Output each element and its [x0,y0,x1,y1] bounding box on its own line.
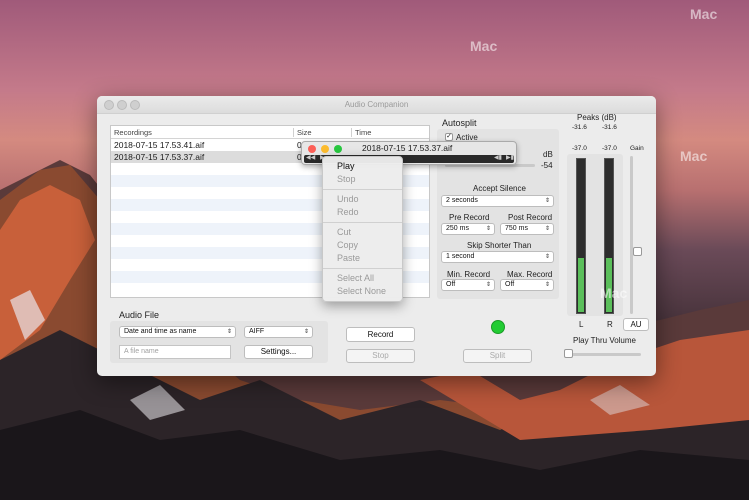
gain-label: Gain [630,145,644,152]
chevron-updown-icon: ⇕ [303,329,309,335]
level-left-value: -37.0 [572,145,587,152]
split-button[interactable]: Split [463,349,532,363]
max-record-select[interactable]: Off ⇕ [500,279,554,291]
record-button[interactable]: Record [346,327,415,342]
minimize-button[interactable] [321,145,329,153]
chevron-updown-icon: ⇕ [485,282,491,288]
min-record-select[interactable]: Off ⇕ [441,279,495,291]
menu-item-paste[interactable]: Paste [323,252,402,265]
menu-item-redo[interactable]: Redo [323,206,402,219]
menu-item-undo[interactable]: Undo [323,193,402,206]
zoom-button[interactable] [130,100,140,110]
post-record-value: 750 ms [505,225,528,232]
watermark-logo: Mac [470,38,498,54]
peak-left-value: -31.6 [572,124,587,131]
close-button[interactable] [308,145,316,153]
menu-separator [323,268,402,269]
close-button[interactable] [104,100,114,110]
max-record-value: Off [505,281,515,288]
pre-record-label: Pre Record [449,213,490,222]
menu-item-copy[interactable]: Copy [323,239,402,252]
menu-item-select-none[interactable]: Select None [323,285,402,298]
left-level-fill [578,258,584,312]
audio-file-title: Audio File [119,310,160,320]
post-record-label: Post Record [508,213,553,222]
context-menu: Play Stop Undo Redo Cut Copy Paste Select All Se… [322,156,403,302]
column-divider [351,128,352,137]
watermark-logo: Mac [600,285,628,301]
peak-right-value: -31.6 [602,124,617,131]
minimize-button[interactable] [117,100,127,110]
accept-silence-value: 2 seconds [446,197,478,204]
column-header-recordings[interactable]: Recordings [114,126,152,139]
au-button[interactable]: AU [623,318,649,331]
chevron-updown-icon: ⇕ [544,226,550,232]
play-thru-slider[interactable] [567,353,641,356]
rewind-icon[interactable]: ◀◀ [306,154,315,161]
menu-item-cut[interactable]: Cut [323,226,402,239]
format-select[interactable]: AIFF ⇕ [244,326,313,338]
active-checkbox[interactable]: ✓ [445,133,453,141]
peaks-title: Peaks (dB) [577,113,617,122]
chevron-updown-icon: ⇕ [544,198,550,204]
chevron-updown-icon: ⇕ [544,254,550,260]
naming-select[interactable]: Date and time as name ⇕ [119,326,236,338]
settings-button[interactable]: Settings... [244,345,313,359]
level-right-value: -37.0 [602,145,617,152]
watermark-logo: Mac [680,148,708,164]
pre-record-select[interactable]: 250 ms ⇕ [441,223,495,235]
min-record-value: Off [446,281,456,288]
skip-shorter-value: 1 second [446,253,475,260]
max-record-label: Max. Record [507,270,553,279]
column-header-time[interactable]: Time [355,126,371,139]
menu-item-play[interactable]: Play [323,160,402,173]
zoom-button[interactable] [334,145,342,153]
menu-separator [323,222,402,223]
window-title: Audio Companion [344,100,409,109]
stop-button[interactable]: Stop [346,349,415,363]
title-bar: Audio Companion [97,96,656,114]
naming-select-value: Date and time as name [124,328,197,335]
chevron-updown-icon: ⇕ [544,282,550,288]
menu-item-select-all[interactable]: Select All [323,272,402,285]
player-filename: 2018-07-15 17.53.37.aif [362,143,453,153]
volume-icon[interactable]: ◀▮ [494,154,502,161]
play-thru-label: Play Thru Volume [573,336,636,345]
left-level-meter [576,158,586,314]
table-header: Recordings Size Time [111,126,429,139]
menu-item-stop[interactable]: Stop [323,173,402,186]
skip-shorter-label: Skip Shorter Than [467,241,532,250]
forward-icon[interactable]: ▶▮ [506,154,514,161]
post-record-select[interactable]: 750 ms ⇕ [500,223,554,235]
watermark-logo: Mac [690,6,718,22]
file-name-field[interactable]: A file name [119,345,231,359]
menu-separator [323,189,402,190]
pre-record-value: 250 ms [446,225,469,232]
status-indicator-dot [491,320,505,334]
skip-shorter-select[interactable]: 1 second ⇕ [441,251,554,263]
gain-slider[interactable] [630,156,633,314]
gain-slider-knob[interactable] [633,247,642,256]
chevron-updown-icon: ⇕ [226,329,232,335]
play-thru-knob[interactable] [564,349,573,358]
column-divider [293,128,294,137]
min-record-label: Min. Record [447,270,491,279]
format-select-value: AIFF [249,328,265,335]
accept-silence-label: Accept Silence [473,184,526,193]
db-value: -54 [541,161,553,170]
accept-silence-select[interactable]: 2 seconds ⇕ [441,195,554,207]
autosplit-title: Autosplit [442,118,477,128]
recording-name: 2018-07-15 17.53.37.aif [114,152,205,162]
db-label: dB [543,150,553,159]
chevron-updown-icon: ⇕ [485,226,491,232]
column-header-size[interactable]: Size [297,126,312,139]
recording-name: 2018-07-15 17.53.41.aif [114,140,205,150]
left-channel-label: L [579,320,584,329]
right-channel-label: R [607,320,613,329]
